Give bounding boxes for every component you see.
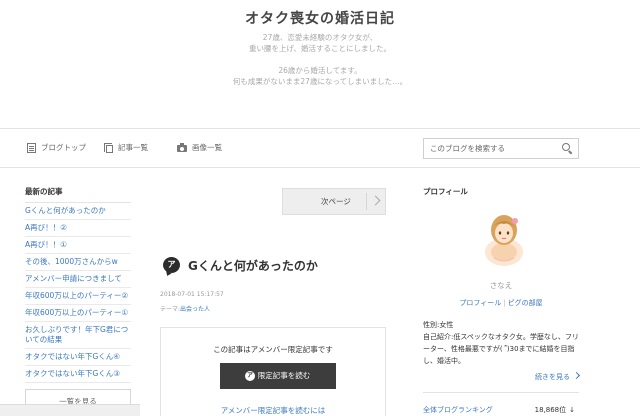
- chevron-right-icon: [370, 195, 381, 206]
- next-page-label: 次ページ: [321, 197, 351, 206]
- profile-links: プロフィール | ピグの部屋: [423, 298, 579, 308]
- description-line: 重い腰を上げ、婚活することにしました。: [249, 44, 391, 53]
- avatar-illustration: [485, 215, 523, 266]
- blog-search: [423, 138, 579, 159]
- profile-link[interactable]: プロフィール: [459, 299, 501, 307]
- search-input[interactable]: [424, 139, 558, 158]
- blog-title[interactable]: オタク喪女の婚活日記: [0, 8, 640, 28]
- button-divider: [366, 193, 367, 210]
- article-link[interactable]: A再び！！②: [25, 220, 131, 237]
- nav-article-list[interactable]: 記事一覧: [104, 142, 148, 153]
- article-link[interactable]: お久しぶりです！年下G君についての結果: [25, 322, 131, 349]
- latest-articles-sidebar: 最新の記事 Gくんと何があったのか A再び！！② A再び！！① その後、1000…: [25, 186, 131, 414]
- chevron-right-icon: [572, 371, 581, 380]
- avatar[interactable]: [479, 208, 529, 268]
- document-icon: [27, 142, 36, 153]
- read-limited-button[interactable]: ア 限定記事を読む: [220, 363, 336, 389]
- blog-ranking[interactable]: 全体ブログランキング 18,868位 ↓: [423, 405, 579, 415]
- blog-navbar: ブログトップ 記事一覧 画像一覧: [0, 128, 640, 168]
- ameba-badge-icon: ア: [163, 257, 180, 273]
- article-link[interactable]: 年収600万以上のパーティー②: [25, 288, 131, 305]
- profile-name: さなえ: [489, 281, 513, 290]
- scroll-bar[interactable]: [0, 404, 140, 416]
- entry-title[interactable]: Gくんと何があったのか: [188, 257, 318, 274]
- nav-image-list-label: 画像一覧: [192, 143, 222, 152]
- description-line: 26歳から婚活してます。: [278, 66, 362, 75]
- latest-articles-heading: 最新の記事: [25, 186, 131, 203]
- profile-heading: プロフィール: [423, 187, 468, 196]
- ranking-number: 18,868位: [534, 406, 567, 414]
- description-line: 27歳、恋愛未経験のオタク女が、: [262, 33, 378, 42]
- article-link[interactable]: オタクではない年下Gくん③: [25, 366, 131, 383]
- divider: [423, 392, 579, 393]
- article-link[interactable]: その後、1000万さんからw: [25, 254, 131, 271]
- entry-theme: テーマ:出会った人: [160, 304, 210, 313]
- profile-bio: 性別:女性 自己紹介:低スペックなオタク女。学歴なし、フリーター、性格最悪ですが…: [423, 321, 579, 365]
- theme-link[interactable]: 出会った人: [180, 306, 210, 313]
- ranking-value: 18,868位 ↓: [535, 405, 575, 415]
- ameba-icon: ア: [245, 371, 255, 381]
- read-more-link[interactable]: 続きを見る: [535, 371, 581, 382]
- description-line: [0, 54, 640, 65]
- theme-label: テーマ:: [160, 306, 181, 313]
- next-page-button[interactable]: 次ページ: [282, 188, 386, 215]
- camera-icon: [177, 143, 187, 152]
- nav-article-list-label: 記事一覧: [118, 143, 148, 152]
- arrow-down-icon: ↓: [569, 406, 575, 414]
- article-link[interactable]: A再び！！①: [25, 237, 131, 254]
- pigg-room-link[interactable]: ピグの部屋: [508, 299, 543, 307]
- description-line: 何も成果がないまま27歳になってしまいました…。: [232, 77, 408, 86]
- entry-date: 2018-07-01 15:17:57: [160, 291, 224, 298]
- amember-info-link[interactable]: アメンバー限定記事を読むには: [161, 405, 385, 416]
- nav-blog-top-label: ブログトップ: [41, 143, 86, 152]
- blog-description: 27歳、恋愛未経験のオタク女が、 重い腰を上げ、婚活することにしました。 26歳…: [0, 32, 640, 87]
- search-icon[interactable]: [562, 143, 573, 154]
- copy-icon: [104, 142, 113, 153]
- article-link[interactable]: Gくんと何があったのか: [25, 203, 131, 220]
- read-more-label: 続きを見る: [535, 373, 570, 381]
- profile-sidebar: プロフィール さなえ プロフィール | ピグの部屋 性別:女性 自己紹介:低スペック…: [423, 186, 581, 414]
- limited-article-box: この記事はアメンバー限定記事です ア 限定記事を読む アメンバー限定記事を読むに…: [160, 327, 386, 416]
- read-limited-label: 限定記事を読む: [257, 371, 311, 380]
- nav-blog-top[interactable]: ブログトップ: [27, 142, 86, 153]
- article-link[interactable]: 年収600万以上のパーティー①: [25, 305, 131, 322]
- article-link[interactable]: オタクではない年下Gくん④: [25, 349, 131, 366]
- blog-header: オタク喪女の婚活日記 27歳、恋愛未経験のオタク女が、 重い腰を上げ、婚活するこ…: [0, 0, 640, 128]
- limited-message: この記事はアメンバー限定記事です: [213, 345, 333, 354]
- link-separator: |: [503, 299, 506, 307]
- ranking-label: 全体ブログランキング: [423, 406, 493, 414]
- nav-image-list[interactable]: 画像一覧: [177, 142, 222, 153]
- article-link[interactable]: アメンバー申請につきまして: [25, 271, 131, 288]
